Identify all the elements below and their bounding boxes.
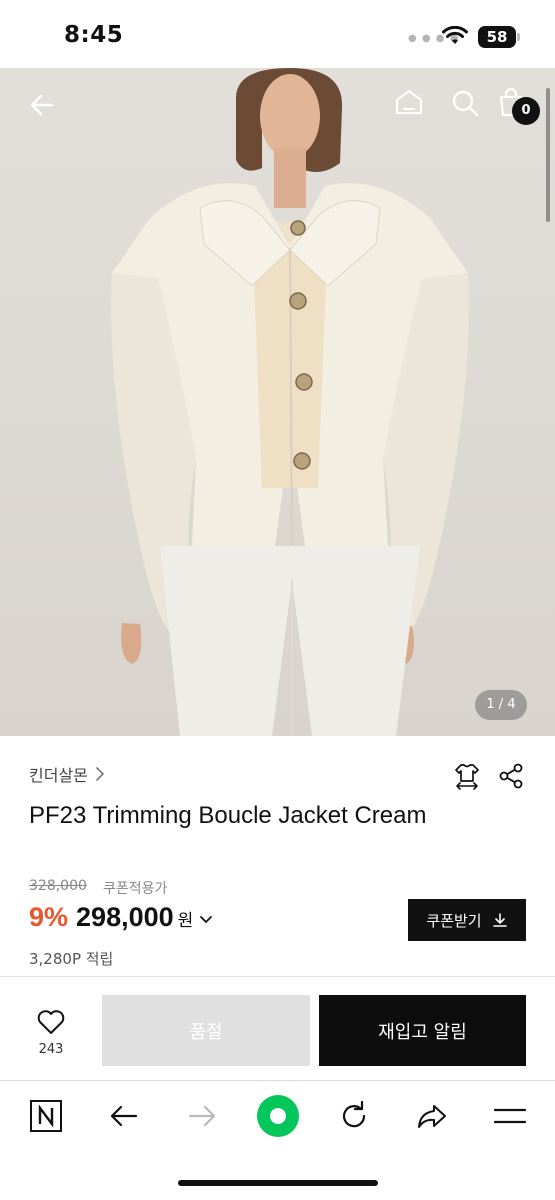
heart-icon: [37, 1010, 65, 1034]
price-row[interactable]: 9% 298,000 원: [29, 902, 213, 933]
cart-count-badge[interactable]: 0: [512, 97, 540, 125]
currency-unit: 원: [177, 911, 194, 931]
refresh-icon[interactable]: [336, 1098, 372, 1134]
chevron-down-icon[interactable]: [199, 914, 213, 926]
browser-back-icon[interactable]: [106, 1098, 142, 1134]
browser-forward-icon[interactable]: [184, 1098, 220, 1134]
menu-icon[interactable]: [492, 1098, 528, 1134]
search-icon[interactable]: [448, 86, 482, 120]
battery-indicator: 58: [478, 26, 520, 48]
like-button[interactable]: 243: [30, 1008, 72, 1057]
reward-points: 3,280P 적립: [29, 950, 114, 968]
restock-alert-button[interactable]: 재입고 알림: [319, 995, 526, 1066]
brand-link[interactable]: 킨더살몬: [29, 762, 106, 786]
sale-price: 298,000: [76, 902, 174, 932]
original-price: 328,000: [29, 878, 87, 894]
green-dot-icon[interactable]: [256, 1094, 300, 1138]
product-photo: [111, 68, 469, 736]
back-arrow-icon[interactable]: [26, 88, 60, 122]
image-page-indicator: 1 / 4: [475, 690, 527, 720]
product-title: PF23 Trimming Boucle Jacket Cream: [29, 802, 427, 829]
home-indicator: [178, 1180, 378, 1186]
share-icon[interactable]: [496, 761, 526, 791]
naver-icon[interactable]: [28, 1098, 64, 1134]
share-forward-icon[interactable]: [414, 1098, 450, 1134]
coupon-price-label: 쿠폰적용가: [103, 881, 168, 897]
size-guide-icon[interactable]: [452, 761, 482, 791]
status-time: 8:45: [64, 22, 124, 48]
scrollbar[interactable]: [546, 88, 550, 222]
get-coupon-button[interactable]: 쿠폰받기: [408, 899, 526, 941]
download-icon: [492, 913, 507, 927]
discount-rate: 9%: [29, 902, 69, 932]
brand-name: 킨더살몬: [29, 766, 88, 785]
home-icon[interactable]: [392, 86, 426, 120]
wifi-icon: [442, 26, 468, 44]
like-count: 243: [38, 1042, 64, 1057]
chevron-right-icon: [96, 767, 105, 781]
soldout-button[interactable]: 품절: [102, 995, 310, 1066]
get-coupon-label: 쿠폰받기: [426, 911, 482, 930]
product-image[interactable]: [0, 68, 555, 736]
status-bar: 8:45 ● ● ● ● 58: [0, 0, 555, 70]
